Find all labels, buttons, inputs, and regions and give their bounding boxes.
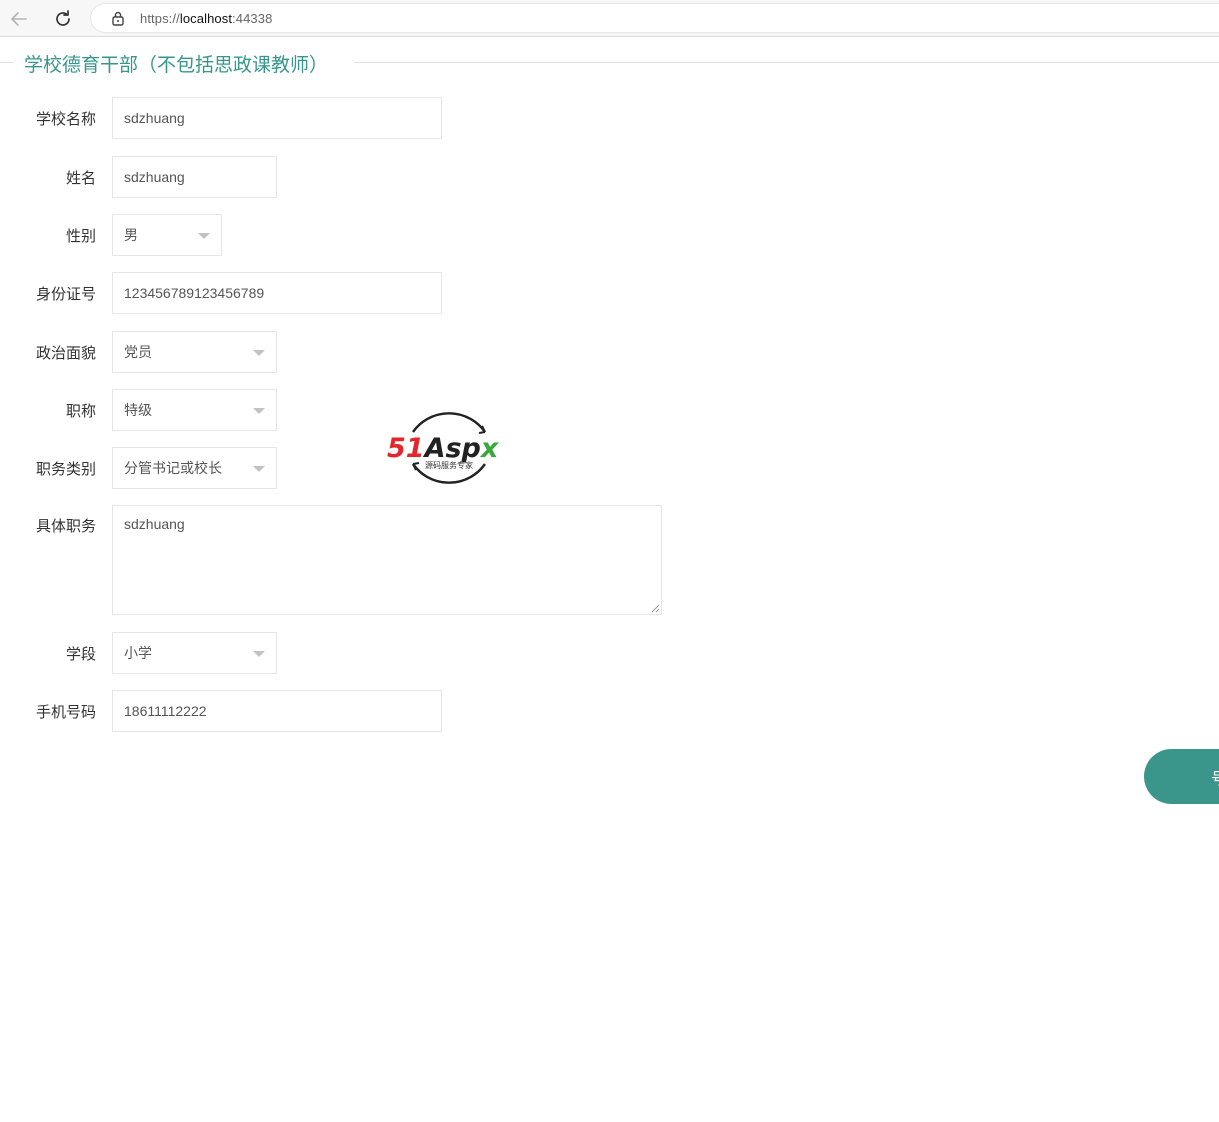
title-selected-value: 特级 [124,402,152,418]
section-divider-right [354,62,1219,63]
gender-label: 性别 [65,228,96,245]
phone-label: 手机号码 [35,704,96,721]
gender-selected-value: 男 [124,227,138,243]
back-button[interactable] [6,6,32,32]
duty-detail-value: sdzhuang [124,516,185,532]
political-status-label: 政治面貌 [35,345,96,362]
caret-down-icon [198,233,210,239]
title-label: 职称 [65,403,96,420]
logo-brand: 51Aspx [387,433,500,464]
school-stage-selected-value: 小学 [124,645,152,661]
caret-down-icon [253,466,265,472]
duty-type-select[interactable]: 分管书记或校长 [112,447,277,489]
lock-icon[interactable] [110,10,126,26]
submit-button[interactable]: 号 [1144,749,1219,804]
browser-toolbar: https://localhost:44338 [0,0,1219,37]
section-divider-left [0,62,14,63]
duty-detail-textarea[interactable]: sdzhuang [112,505,662,615]
url-text: https://localhost:44338 [140,11,272,26]
submit-button-label: 号 [1211,765,1219,789]
section-header: 学校德育干部（不包括思政课教师） [0,48,1219,78]
logo-tagline: 源码服务专家 [425,460,473,470]
logo-mark: 51Aspx 源码服务专家 [387,412,500,484]
school-name-label: 学校名称 [35,111,96,128]
duty-type-selected-value: 分管书记或校长 [124,460,222,476]
caret-down-icon [253,350,265,356]
caret-down-icon [253,651,265,657]
political-status-selected-value: 党员 [124,344,152,360]
political-status-select[interactable]: 党员 [112,331,277,373]
gender-select[interactable]: 男 [112,214,222,256]
phone-input[interactable]: 18611112222 [112,690,442,732]
url-host: localhost [179,11,233,26]
url-scheme: https:// [140,11,180,26]
address-bar[interactable]: https://localhost:44338 [90,3,1219,33]
name-input[interactable]: sdzhuang [112,156,277,198]
section-title: 学校德育干部（不包括思政课教师） [24,55,329,76]
arrow-left-icon [11,12,27,26]
caret-down-icon [253,408,265,414]
resize-grip-icon[interactable] [650,603,660,613]
reload-icon [56,10,70,26]
duty-detail-label: 具体职务 [35,518,96,535]
school-stage-select[interactable]: 小学 [112,632,277,674]
title-select[interactable]: 特级 [112,389,277,431]
51aspx-logo: 51Aspx 源码服务专家 [385,402,513,494]
name-label: 姓名 [65,170,96,187]
reload-button[interactable] [50,6,76,32]
school-stage-label: 学段 [65,646,96,663]
school-name-input[interactable]: sdzhuang [112,97,442,139]
duty-type-label: 职务类别 [35,461,96,478]
url-port: :44338 [232,11,273,26]
id-number-label: 身份证号 [35,286,96,303]
id-number-input[interactable]: 123456789123456789 [112,272,442,314]
